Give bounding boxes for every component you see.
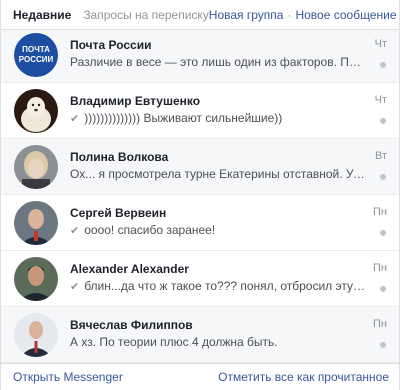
dog-photo-icon <box>14 89 58 133</box>
man-photo-icon <box>14 201 58 245</box>
conversation-snippet: Различие в весе — это лишь один из факто… <box>70 55 366 69</box>
conversation-item[interactable]: ПОЧТА РОССИИ Почта России Различие в вес… <box>1 30 399 83</box>
open-messenger-link[interactable]: Открыть Messenger <box>13 370 123 384</box>
mark-read-dot-icon[interactable] <box>380 342 386 348</box>
conversation-name: Сергей Вервеин <box>70 206 167 220</box>
conversation-snippet: ✔ оооо! спасибо заранее! <box>70 223 366 237</box>
messages-dropdown: Недавние Запросы на переписку Новая груп… <box>0 0 400 390</box>
separator: · <box>287 7 292 22</box>
tab-message-requests[interactable]: Запросы на переписку <box>83 8 208 22</box>
messages-header: Недавние Запросы на переписку Новая груп… <box>1 0 399 30</box>
conversation-time: Вт <box>374 150 387 162</box>
snippet-text: Различие в весе — это лишь один из факто… <box>70 55 366 69</box>
conversation-snippet: ✔ блин...да что ж такое то??? понял, отб… <box>70 279 366 293</box>
avatar-logo-text-2: РОССИИ <box>19 55 54 64</box>
snippet-text: )))))))))))))) Выживают сильнейшие)) <box>84 111 283 125</box>
conversation-list: ПОЧТА РОССИИ Почта России Различие в вес… <box>1 30 399 363</box>
conversation-name: Почта России <box>70 38 152 52</box>
conversation-time: Пн <box>373 262 387 274</box>
header-actions: Новая группа · Новое сообщение <box>209 8 397 22</box>
pochta-logo-icon: ПОЧТА РОССИИ <box>14 33 58 77</box>
snippet-text: оооо! спасибо заранее! <box>84 223 216 237</box>
snippet-text: Ох... я просмотрела турне Екатерины отст… <box>70 167 366 181</box>
avatar <box>14 257 58 301</box>
conversation-name: Alexander Alexander <box>70 262 189 276</box>
conversation-item[interactable]: Сергей Вервеин ✔ оооо! спасибо заранее! … <box>1 195 399 251</box>
snippet-text: А хз. По теории плюс 4 должна быть. <box>70 335 278 349</box>
conversation-time: Пн <box>373 206 387 218</box>
avatar <box>14 201 58 245</box>
mark-read-dot-icon[interactable] <box>380 118 386 124</box>
man-photo-icon <box>14 257 58 301</box>
mark-all-read-link[interactable]: Отметить все как прочитанное <box>218 370 389 384</box>
new-group-link[interactable]: Новая группа <box>209 8 284 22</box>
conversation-time: Чт <box>374 38 387 50</box>
conversation-snippet: А хз. По теории плюс 4 должна быть. <box>70 335 366 349</box>
avatar <box>14 313 58 357</box>
mark-read-dot-icon[interactable] <box>380 62 386 68</box>
reply-check-icon: ✔ <box>70 280 80 293</box>
mark-read-dot-icon[interactable] <box>380 286 386 292</box>
avatar: ПОЧТА РОССИИ <box>14 33 58 77</box>
conversation-name: Вячеслав Филиппов <box>70 318 193 332</box>
conversation-snippet: ✔ )))))))))))))) Выживают сильнейшие)) <box>70 111 366 125</box>
conversation-item[interactable]: Alexander Alexander ✔ блин...да что ж та… <box>1 251 399 307</box>
snippet-text: блин...да что ж такое то??? понял, отбро… <box>84 279 366 293</box>
tab-recent[interactable]: Недавние <box>13 8 71 22</box>
man-photo-icon <box>14 313 58 357</box>
conversation-name: Владимир Евтушенко <box>70 94 201 108</box>
new-message-link[interactable]: Новое сообщение <box>295 8 396 22</box>
messages-footer: Открыть Messenger Отметить все как прочи… <box>1 363 399 390</box>
conversation-name: Полина Волкова <box>70 150 169 164</box>
conversation-time: Пн <box>373 318 387 330</box>
mark-read-dot-icon[interactable] <box>380 174 386 180</box>
avatar <box>14 89 58 133</box>
reply-check-icon: ✔ <box>70 224 80 237</box>
conversation-snippet: Ох... я просмотрела турне Екатерины отст… <box>70 167 366 181</box>
conversation-item[interactable]: Владимир Евтушенко ✔ )))))))))))))) Выжи… <box>1 83 399 139</box>
conversation-item[interactable]: Вячеслав Филиппов А хз. По теории плюс 4… <box>1 307 399 363</box>
conversation-time: Чт <box>374 94 387 106</box>
mark-read-dot-icon[interactable] <box>380 230 386 236</box>
woman-photo-icon <box>14 145 58 189</box>
avatar <box>14 145 58 189</box>
avatar-logo-text-1: ПОЧТА <box>22 45 50 54</box>
conversation-item[interactable]: Полина Волкова Ох... я просмотрела турне… <box>1 139 399 195</box>
reply-check-icon: ✔ <box>70 112 80 125</box>
